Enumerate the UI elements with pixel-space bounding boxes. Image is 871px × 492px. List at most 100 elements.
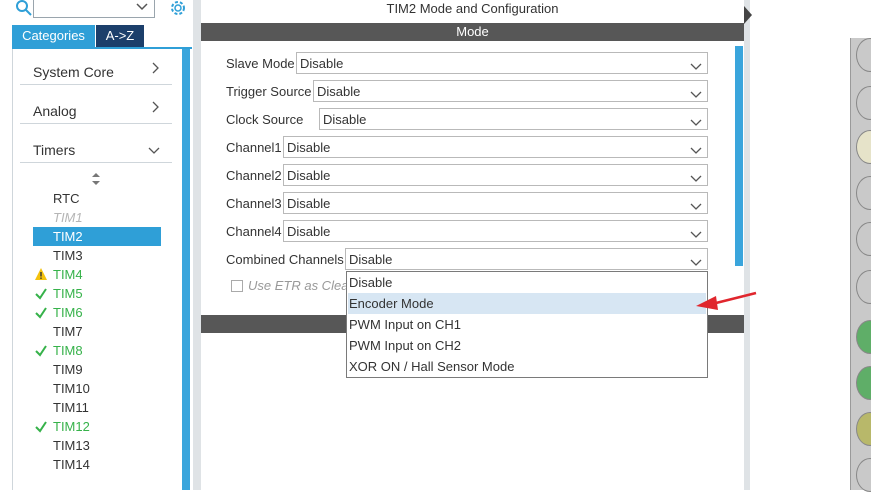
timer-item[interactable]: TIM1 — [33, 208, 161, 227]
tab-categories[interactable]: Categories — [12, 25, 95, 47]
category-analog[interactable]: Analog — [20, 95, 172, 124]
etr-checkbox[interactable] — [231, 280, 243, 292]
timer-item[interactable]: TIM12 — [33, 417, 161, 436]
timer-label: TIM8 — [53, 343, 83, 358]
select-value: Disable — [287, 168, 331, 183]
chevron-right-icon — [152, 100, 160, 117]
chevron-down-icon — [690, 199, 702, 210]
timer-label: TIM7 — [53, 324, 83, 339]
channel3-select[interactable]: Disable — [283, 192, 708, 214]
timer-item[interactable]: TIM3 — [33, 246, 161, 265]
collapse-icon[interactable] — [744, 6, 752, 24]
timer-label: TIM2 — [53, 229, 83, 244]
timer-item[interactable]: TIM5 — [33, 284, 161, 303]
panel-divider[interactable] — [744, 0, 750, 490]
trigger-source-label: Trigger Source — [226, 84, 312, 99]
timer-item[interactable]: TIM2 — [33, 227, 161, 246]
combined-channels-dropdown: Disable Encoder Mode PWM Input on CH1 PWM I… — [346, 271, 708, 378]
scrollbar[interactable] — [735, 46, 743, 266]
timer-label: TIM9 — [53, 362, 83, 377]
slave-mode-select[interactable]: Disable — [296, 52, 708, 74]
timer-label: RTC — [53, 191, 80, 206]
check-icon — [34, 341, 48, 360]
timer-item[interactable]: TIM10 — [33, 379, 161, 398]
chip-pin[interactable] — [856, 176, 871, 210]
chip-pin[interactable] — [856, 366, 871, 400]
clock-source-select[interactable]: Disable — [319, 108, 708, 130]
check-icon — [34, 284, 48, 303]
dropdown-option[interactable]: XOR ON / Hall Sensor Mode — [348, 356, 706, 377]
timer-item[interactable]: TIM14 — [33, 455, 161, 474]
chip-pin[interactable] — [856, 320, 871, 354]
timer-item[interactable]: TIM13 — [33, 436, 161, 455]
chip-pin[interactable] — [856, 130, 871, 164]
dropdown-option[interactable]: Disable — [348, 272, 706, 293]
timer-item[interactable]: TIM7 — [33, 322, 161, 341]
check-icon — [34, 303, 48, 322]
check-icon — [34, 417, 48, 436]
trigger-source-select[interactable]: Disable — [313, 80, 708, 102]
timer-item[interactable]: TIM6 — [33, 303, 161, 322]
combined-channels-label: Combined Channels — [226, 252, 344, 267]
timer-label: TIM12 — [53, 419, 90, 434]
gear-icon[interactable] — [168, 0, 188, 18]
chip-pin[interactable] — [856, 412, 871, 446]
timer-label: TIM10 — [53, 381, 90, 396]
chip-pin[interactable] — [856, 222, 871, 256]
chevron-down-icon — [148, 142, 160, 159]
warning-icon — [34, 265, 48, 284]
slave-mode-label: Slave Mode — [226, 56, 295, 71]
scrollbar[interactable] — [182, 49, 190, 490]
mode-section-header: Mode — [201, 23, 744, 41]
chevron-down-icon — [690, 59, 702, 70]
channel1-select[interactable]: Disable — [283, 136, 708, 158]
timer-label: TIM13 — [53, 438, 90, 453]
chevron-down-icon — [690, 171, 702, 182]
timer-item[interactable]: TIM11 — [33, 398, 161, 417]
dropdown-option[interactable]: Encoder Mode — [348, 293, 706, 314]
chip-pin[interactable] — [856, 38, 871, 72]
channel3-label: Channel3 — [226, 196, 282, 211]
combined-channels-select[interactable]: Disable — [345, 248, 708, 270]
timer-label: TIM6 — [53, 305, 83, 320]
channel2-label: Channel2 — [226, 168, 282, 183]
timer-label: TIM4 — [53, 267, 83, 282]
etr-label: Use ETR as Clearing Source — [248, 278, 348, 293]
chip-pin[interactable] — [856, 86, 871, 120]
chevron-down-icon[interactable] — [136, 0, 148, 14]
pinout-view[interactable] — [850, 38, 871, 492]
select-value: Disable — [349, 252, 393, 267]
chevron-down-icon — [690, 143, 702, 154]
dropdown-option[interactable]: PWM Input on CH2 — [348, 335, 706, 356]
category-label: Analog — [33, 103, 77, 119]
sort-icon[interactable] — [91, 172, 101, 186]
chip-pin[interactable] — [856, 270, 871, 304]
category-label: Timers — [33, 142, 76, 158]
timer-label: TIM3 — [53, 248, 83, 263]
channel2-select[interactable]: Disable — [283, 164, 708, 186]
page-title: TIM2 Mode and Configuration — [386, 1, 559, 16]
timer-label: TIM1 — [53, 210, 83, 225]
select-value: Disable — [323, 112, 367, 127]
select-value: Disable — [300, 56, 344, 71]
select-value: Disable — [287, 140, 331, 155]
chip-pin[interactable] — [856, 458, 871, 492]
dropdown-option[interactable]: PWM Input on CH1 — [348, 314, 706, 335]
timer-item[interactable]: RTC — [33, 189, 161, 208]
clock-source-label: Clock Source — [226, 112, 304, 127]
timer-item[interactable]: TIM8 — [33, 341, 161, 360]
tab-az[interactable]: A->Z — [96, 25, 144, 47]
category-system-core[interactable]: System Core — [20, 56, 172, 85]
channel4-select[interactable]: Disable — [283, 220, 708, 242]
category-label: System Core — [33, 64, 114, 80]
category-timers[interactable]: Timers — [20, 134, 172, 163]
timer-item[interactable]: TIM4 — [33, 265, 161, 284]
chevron-down-icon — [690, 115, 702, 126]
timer-label: TIM5 — [53, 286, 83, 301]
timer-item[interactable]: TIM9 — [33, 360, 161, 379]
categories-panel: Categories A->Z System Core Analog Timer… — [0, 0, 196, 490]
search-icon[interactable] — [16, 0, 32, 16]
channel1-label: Channel1 — [226, 140, 282, 155]
timer-label: TIM11 — [53, 400, 89, 415]
panel-divider[interactable] — [193, 0, 201, 490]
